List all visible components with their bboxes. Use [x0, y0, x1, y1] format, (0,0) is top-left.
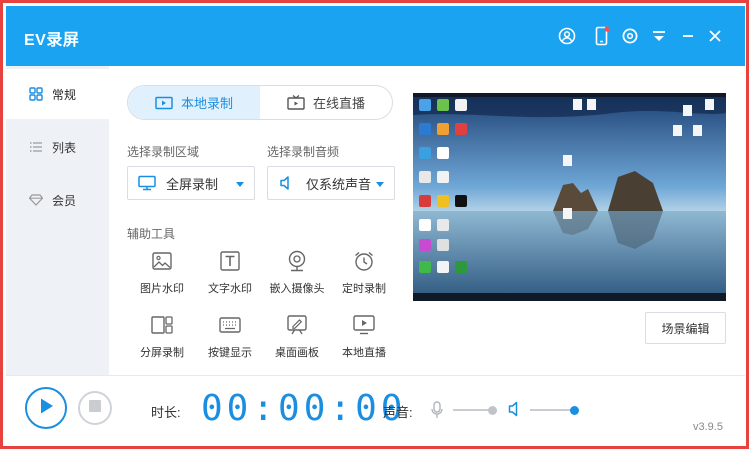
volume-label: 声音: — [383, 405, 413, 420]
tool-label: 定时录制 — [342, 283, 386, 295]
speaker-icon — [278, 175, 296, 191]
mode-tabs: 本地录制 在线直播 — [127, 85, 393, 120]
stop-button[interactable] — [78, 391, 112, 425]
menu-icon[interactable] — [649, 26, 669, 46]
record-icon — [155, 95, 173, 111]
sidebar-item-general[interactable]: 常规 — [6, 69, 109, 119]
tool-label: 嵌入摄像头 — [269, 283, 325, 295]
chevron-down-icon — [236, 182, 244, 187]
speaker-icon[interactable] — [508, 401, 522, 422]
tab-online-live[interactable]: 在线直播 — [260, 86, 392, 119]
tv-icon — [287, 95, 305, 111]
timer-separator: : — [252, 388, 279, 429]
app-title: EV录屏 — [24, 32, 80, 49]
stop-icon — [89, 399, 101, 417]
microphone-icon[interactable] — [431, 401, 443, 424]
tool-image-watermark[interactable]: 图片水印 — [128, 250, 196, 296]
diamond-icon — [28, 192, 44, 208]
tab-label: 在线直播 — [312, 96, 365, 111]
text-icon — [219, 250, 241, 272]
sidebar: 常规 列表 会员 — [6, 66, 109, 375]
duration-label: 时长: — [151, 405, 181, 420]
microphone-volume-knob[interactable] — [488, 405, 498, 415]
play-button[interactable] — [25, 387, 67, 429]
webcam-icon — [286, 250, 308, 272]
sidebar-item-label: 常规 — [52, 87, 77, 102]
region-label: 选择录制区域 — [127, 145, 200, 159]
timer-hours: 00 — [201, 388, 253, 429]
title-bar[interactable]: EV录屏 — [6, 6, 745, 66]
close-icon[interactable] — [705, 26, 725, 46]
user-icon[interactable] — [557, 26, 577, 46]
audio-select-value: 仅系统声音 — [306, 176, 372, 192]
phone-icon[interactable] — [592, 26, 612, 46]
tool-label: 按键显示 — [208, 347, 252, 359]
timer-minutes: 00 — [278, 388, 330, 429]
split-screen-icon — [151, 314, 173, 336]
scene-edit-button[interactable]: 场景编辑 — [645, 312, 726, 344]
tool-split-screen[interactable]: 分屏录制 — [128, 314, 196, 360]
tool-text-watermark[interactable]: 文字水印 — [196, 250, 264, 296]
region-select[interactable]: 全屏录制 — [127, 166, 255, 200]
speaker-volume-knob[interactable] — [569, 405, 579, 415]
settings-icon[interactable] — [620, 26, 640, 46]
tool-label: 图片水印 — [140, 283, 184, 295]
tool-key-display[interactable]: 按键显示 — [196, 314, 264, 360]
audio-label: 选择录制音频 — [267, 145, 340, 159]
timer-separator: : — [329, 388, 356, 429]
tool-local-live[interactable]: 本地直播 — [330, 314, 398, 360]
list-icon — [28, 139, 44, 155]
image-icon — [151, 250, 173, 272]
app-window: EV录屏 常规 列表 会员 本地录制 在线直播 选择录制区域 选择录制音频 全屏… — [0, 0, 749, 449]
monitor-icon — [138, 175, 156, 191]
tools-label: 辅助工具 — [127, 227, 176, 241]
tab-label: 本地录制 — [180, 96, 233, 111]
local-live-icon — [353, 314, 375, 336]
screen-preview — [413, 93, 726, 301]
microphone-volume-slider[interactable] — [453, 405, 498, 415]
keyboard-icon — [219, 314, 241, 336]
drawing-board-icon — [286, 314, 308, 336]
sidebar-item-label: 会员 — [52, 193, 77, 208]
record-timer: 00:00:00 — [201, 389, 406, 429]
tool-embed-webcam[interactable]: 嵌入摄像头 — [263, 250, 331, 296]
speaker-volume-slider[interactable] — [530, 405, 579, 415]
tool-label: 文字水印 — [208, 283, 252, 295]
tab-local-record[interactable]: 本地录制 — [128, 86, 260, 119]
sidebar-item-list[interactable]: 列表 — [6, 122, 109, 172]
minimize-icon[interactable] — [678, 26, 698, 46]
tool-label: 桌面画板 — [275, 347, 319, 359]
grid-icon — [28, 86, 44, 102]
tool-desktop-drawing[interactable]: 桌面画板 — [263, 314, 331, 360]
version-label: v3.9.5 — [693, 421, 723, 433]
sidebar-item-label: 列表 — [52, 140, 77, 155]
tool-label: 分屏录制 — [140, 347, 184, 359]
desktop-preview-image — [413, 93, 726, 301]
play-icon — [38, 397, 54, 420]
sidebar-item-member[interactable]: 会员 — [6, 175, 109, 225]
audio-select[interactable]: 仅系统声音 — [267, 166, 395, 200]
region-select-value: 全屏录制 — [166, 176, 219, 192]
alarm-icon — [353, 250, 375, 272]
chevron-down-icon — [376, 182, 384, 187]
tool-label: 本地直播 — [342, 347, 386, 359]
tool-scheduled-record[interactable]: 定时录制 — [330, 250, 398, 296]
